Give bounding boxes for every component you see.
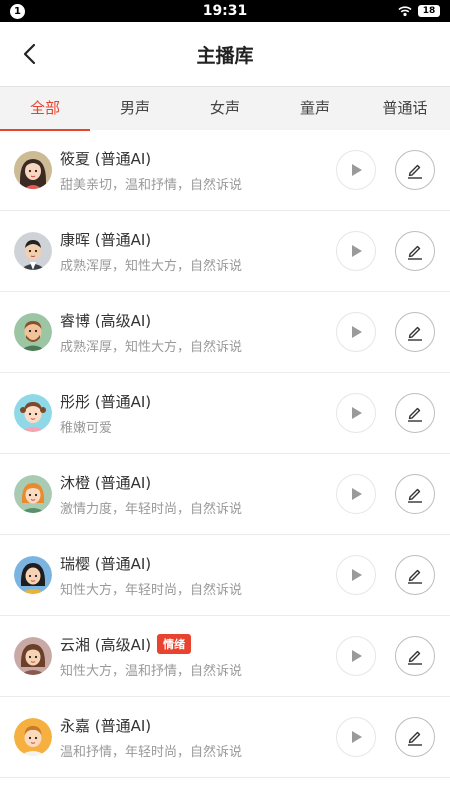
voice-name: 睿博 (高级AI)	[60, 311, 152, 330]
pen-icon	[408, 569, 422, 584]
status-bar: 1 19:31 18	[0, 0, 450, 22]
avatar	[14, 718, 52, 756]
voice-description: 知性大方，温和抒情，自然诉说	[60, 663, 243, 679]
avatar	[14, 232, 52, 270]
voice-name: 瑞樱 (普通AI)	[60, 554, 152, 573]
avatar	[14, 556, 52, 594]
page-title: 主播库	[196, 44, 254, 67]
voice-description: 温和抒情，年轻时尚，自然诉说	[60, 744, 243, 760]
avatar	[14, 394, 52, 432]
voice-description: 知性大方，年轻时尚，自然诉说	[60, 582, 243, 598]
boy-orange-icon	[14, 718, 52, 756]
edit-button[interactable]	[395, 474, 435, 514]
play-button[interactable]	[336, 231, 376, 271]
voice-description: 成熟浑厚，知性大方，自然诉说	[60, 258, 243, 274]
voice-description: 激情力度，年轻时尚，自然诉说	[60, 501, 243, 517]
tab-all[interactable]: 全部	[0, 87, 90, 131]
man-suit-icon	[14, 232, 52, 270]
play-icon	[352, 488, 362, 500]
edit-button[interactable]	[395, 636, 435, 676]
voice-name: 云湘 (高级AI)	[60, 635, 152, 654]
tab-male[interactable]: 男声	[90, 87, 180, 130]
avatar	[14, 475, 52, 513]
nav-bar: 主播库	[0, 22, 450, 86]
play-button[interactable]	[336, 717, 376, 757]
voice-row[interactable]: 筱夏 (普通AI) 甜美亲切，温和抒情，自然诉说	[0, 130, 450, 211]
play-icon	[352, 407, 362, 419]
voice-name: 永嘉 (普通AI)	[60, 716, 152, 735]
girl-orange-hair-icon	[14, 475, 52, 513]
woman-black-hair-icon	[14, 556, 52, 594]
voice-name: 沐橙 (普通AI)	[60, 473, 152, 492]
edit-button[interactable]	[395, 555, 435, 595]
play-icon	[352, 650, 362, 662]
play-button[interactable]	[336, 636, 376, 676]
play-button[interactable]	[336, 312, 376, 352]
play-button[interactable]	[336, 474, 376, 514]
edit-button[interactable]	[395, 150, 435, 190]
pen-icon	[408, 245, 422, 260]
edit-button[interactable]	[395, 231, 435, 271]
voice-row[interactable]: 睿博 (高级AI) 成熟浑厚，知性大方，自然诉说	[0, 292, 450, 373]
chevron-left-icon	[23, 43, 36, 65]
pen-icon	[408, 731, 422, 746]
play-icon	[352, 245, 362, 257]
voice-row[interactable]: 沐橙 (普通AI) 激情力度，年轻时尚，自然诉说	[0, 454, 450, 535]
avatar	[14, 313, 52, 351]
play-button[interactable]	[336, 150, 376, 190]
play-button[interactable]	[336, 555, 376, 595]
edit-button[interactable]	[395, 393, 435, 433]
woman-brown-hair-icon	[14, 637, 52, 675]
battery-icon: 18	[418, 5, 440, 17]
voice-description: 甜美亲切，温和抒情，自然诉说	[60, 177, 243, 193]
voice-row[interactable]: 永嘉 (普通AI) 温和抒情，年轻时尚，自然诉说	[0, 697, 450, 778]
emotion-tag-badge: 情绪	[157, 634, 192, 654]
avatar	[14, 151, 52, 189]
voice-row[interactable]: 康晖 (普通AI) 成熟浑厚，知性大方，自然诉说	[0, 211, 450, 292]
voice-row[interactable]: 瑞樱 (普通AI) 知性大方，年轻时尚，自然诉说	[0, 535, 450, 616]
voice-list: 筱夏 (普通AI) 甜美亲切，温和抒情，自然诉说 康晖 (普通AI) 成熟浑厚，…	[0, 130, 450, 778]
edit-button[interactable]	[395, 312, 435, 352]
tab-mandarin[interactable]: 普通话	[360, 87, 450, 130]
play-button[interactable]	[336, 393, 376, 433]
play-icon	[352, 164, 362, 176]
voice-description: 成熟浑厚，知性大方，自然诉说	[60, 339, 243, 355]
pen-icon	[408, 488, 422, 503]
play-icon	[352, 326, 362, 338]
play-icon	[352, 569, 362, 581]
man-bearded-icon	[14, 313, 52, 351]
voice-name: 筱夏 (普通AI)	[60, 149, 152, 168]
back-button[interactable]	[10, 34, 50, 74]
edit-button[interactable]	[395, 717, 435, 757]
pen-icon	[408, 650, 422, 665]
play-icon	[352, 731, 362, 743]
status-time: 19:31	[202, 3, 248, 19]
pen-icon	[408, 326, 422, 341]
voice-name: 彤彤 (普通AI)	[60, 392, 152, 411]
notification-badge: 1	[10, 3, 25, 19]
pen-icon	[408, 164, 422, 179]
little-girl-icon	[14, 394, 52, 432]
voice-row[interactable]: 彤彤 (普通AI) 稚嫩可爱	[0, 373, 450, 454]
tab-child[interactable]: 童声	[270, 87, 360, 130]
avatar	[14, 637, 52, 675]
wifi-icon	[398, 2, 412, 21]
voice-name: 康晖 (普通AI)	[60, 230, 152, 249]
voice-row[interactable]: 云湘 (高级AI) 情绪 知性大方，温和抒情，自然诉说	[0, 616, 450, 697]
tab-bar: 全部 男声 女声 童声 普通话	[0, 86, 450, 131]
tab-female[interactable]: 女声	[180, 87, 270, 130]
pen-icon	[408, 407, 422, 422]
voice-description: 稚嫩可爱	[60, 420, 113, 436]
girl-long-hair-icon	[14, 151, 52, 189]
